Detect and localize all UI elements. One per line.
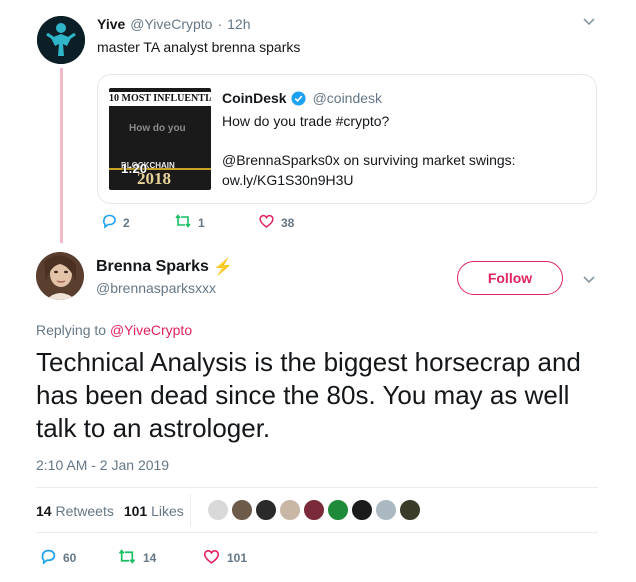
chevron-down-icon[interactable] xyxy=(582,272,596,289)
replying-to-handle[interactable]: @YiveCrypto xyxy=(110,322,192,338)
reply-count: 2 xyxy=(123,215,130,230)
retweet-count: 14 xyxy=(143,551,157,565)
quoted-author-name[interactable]: CoinDesk xyxy=(222,90,287,106)
heart-icon xyxy=(202,548,221,568)
thread-line xyxy=(60,68,63,243)
quoted-text-line1: How do you trade #crypto? xyxy=(222,113,390,129)
likes-count: 101 xyxy=(123,503,148,519)
quoted-text-line2: @BrennaSparks0x on surviving market swin… xyxy=(222,152,516,168)
avatar-image xyxy=(37,16,85,64)
liker-avatars xyxy=(207,499,421,521)
avatar[interactable] xyxy=(37,16,85,64)
stats-separator xyxy=(190,494,191,526)
quoted-header: CoinDesk @coindesk xyxy=(222,90,382,106)
avatar[interactable] xyxy=(399,499,421,521)
thumbnail-caption: How do you xyxy=(129,123,186,134)
heart-icon xyxy=(258,213,275,232)
avatar[interactable] xyxy=(327,499,349,521)
quoted-link[interactable]: ow.ly/KG1S30n9H3U xyxy=(222,172,354,188)
avatar[interactable] xyxy=(36,252,84,300)
tweet-timestamp[interactable]: 2:10 AM - 2 Jan 2019 xyxy=(36,457,169,473)
avatar-image xyxy=(36,252,84,300)
like-button[interactable]: 101 xyxy=(202,548,247,568)
avatar[interactable] xyxy=(279,499,301,521)
reply-count: 60 xyxy=(63,551,77,565)
thumbnail-headline: 10 MOST INFLUENTIA xyxy=(109,92,211,106)
avatar[interactable] xyxy=(255,499,277,521)
reply-button[interactable]: 60 xyxy=(39,548,76,568)
tweet-text: Technical Analysis is the biggest horsec… xyxy=(36,347,581,443)
video-thumbnail[interactable]: 10 MOST INFLUENTIA How do you BLOCKCHAIN… xyxy=(109,88,211,190)
tweet-text: master TA analyst brenna sparks xyxy=(97,39,301,55)
replying-to: Replying to @YiveCrypto xyxy=(36,322,192,338)
retweets-stat[interactable]: 14 Retweets xyxy=(36,503,114,519)
video-duration: 1:20 xyxy=(121,161,148,176)
retweet-button[interactable]: 14 xyxy=(117,548,156,568)
main-author-row: Brenna Sparks ⚡ xyxy=(96,257,233,277)
chevron-down-icon[interactable] xyxy=(582,14,596,31)
like-count: 101 xyxy=(227,551,248,565)
verified-icon xyxy=(291,90,306,106)
tweet-header: Yive @YiveCrypto · 12h xyxy=(97,16,250,32)
avatar[interactable] xyxy=(375,499,397,521)
quoted-author-handle[interactable]: @coindesk xyxy=(313,90,382,106)
engagement-stats: 14 Retweets 101 Likes xyxy=(36,503,184,519)
like-count: 38 xyxy=(281,215,295,230)
retweets-count: 14 xyxy=(36,503,52,519)
follow-button[interactable]: Follow xyxy=(457,261,563,295)
avatar[interactable] xyxy=(351,499,373,521)
retweet-count: 1 xyxy=(198,215,205,230)
author-handle[interactable]: @YiveCrypto xyxy=(130,16,212,32)
reply-icon xyxy=(39,548,57,568)
lightning-icon: ⚡ xyxy=(212,259,233,276)
likes-label: Likes xyxy=(151,503,184,519)
likes-stat[interactable]: 101 Likes xyxy=(124,503,184,519)
retweet-icon xyxy=(174,213,192,232)
retweet-icon xyxy=(117,548,137,568)
retweet-button[interactable]: 1 xyxy=(174,213,205,232)
avatar[interactable] xyxy=(207,499,229,521)
avatar[interactable] xyxy=(303,499,325,521)
retweets-label: Retweets xyxy=(55,503,114,519)
like-button[interactable]: 38 xyxy=(258,213,294,232)
replying-to-label: Replying to xyxy=(36,322,110,338)
avatar[interactable] xyxy=(231,499,253,521)
tweet-time[interactable]: 12h xyxy=(227,16,250,32)
author-name[interactable]: Brenna Sparks xyxy=(96,258,209,276)
author-name[interactable]: Yive xyxy=(97,16,125,32)
divider xyxy=(36,487,598,488)
author-handle[interactable]: @brennasparksxxx xyxy=(96,280,216,296)
divider xyxy=(36,532,598,533)
separator: · xyxy=(217,16,223,32)
reply-button[interactable]: 2 xyxy=(101,213,130,232)
reply-icon xyxy=(101,213,117,232)
